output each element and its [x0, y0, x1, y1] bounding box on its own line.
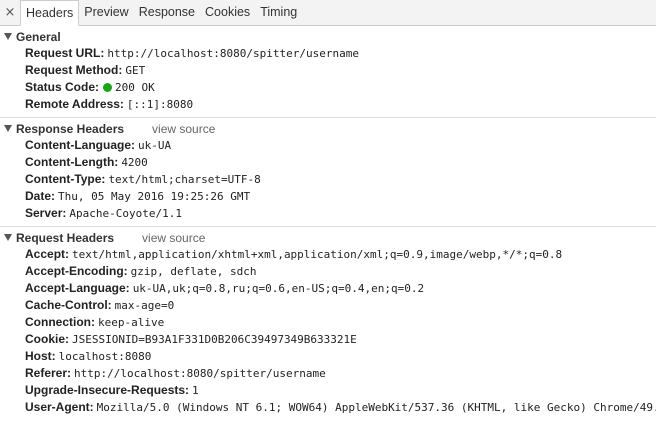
general-section-header[interactable]: General: [0, 28, 656, 45]
header-row: Accept: text/html,application/xhtml+xml,a…: [0, 246, 656, 263]
header-row: Cookie: JSESSIONID=B93A1F331D0B206C394973…: [0, 331, 656, 348]
header-value: gzip, deflate, sdch: [130, 265, 257, 278]
tab-bar: × Headers Preview Response Cookies Timin…: [0, 0, 656, 26]
header-row: Server: Apache-Coyote/1.1: [0, 205, 656, 222]
header-key: Accept-Encoding:: [25, 264, 128, 278]
header-key: Upgrade-Insecure-Requests:: [25, 383, 190, 397]
tab-timing[interactable]: Timing: [255, 0, 302, 25]
header-row: Referer: http://localhost:8080/spitter/us…: [0, 365, 656, 382]
collapse-triangle-icon[interactable]: [4, 33, 12, 40]
header-key: Date:: [25, 189, 56, 203]
collapse-triangle-icon[interactable]: [4, 125, 12, 132]
section-title: General: [16, 29, 61, 44]
header-row: Date: Thu, 05 May 2016 19:25:26 GMT: [0, 188, 656, 205]
header-row: Host: localhost:8080: [0, 348, 656, 365]
header-row: Content-Length: 4200: [0, 154, 656, 171]
header-key: Content-Length:: [25, 155, 119, 169]
header-row: Accept-Encoding: gzip, deflate, sdch: [0, 263, 656, 280]
header-value: JSESSIONID=B93A1F331D0B206C39497349B6333…: [72, 333, 357, 346]
response-headers-section: Response Headers view source Content-Lan…: [0, 118, 656, 227]
view-source-link[interactable]: view source: [152, 122, 215, 136]
header-row: Connection: keep-alive: [0, 314, 656, 331]
section-title: Response Headers: [16, 121, 125, 136]
header-key: Accept-Language:: [25, 281, 130, 295]
header-value: uk-UA,uk;q=0.8,ru;q=0.6,en-US;q=0.4,en;q…: [132, 282, 425, 295]
header-row: User-Agent: Mozilla/5.0 (Windows NT 6.1; …: [0, 399, 656, 416]
general-section: General Request URL: http://localhost:808…: [0, 26, 656, 118]
header-row-request-url: Request URL: http://localhost:8080/spitte…: [0, 45, 656, 62]
header-key: Request Method:: [25, 63, 123, 77]
header-row: Cache-Control: max-age=0: [0, 297, 656, 314]
header-value: http://localhost:8080/spitter/username: [107, 47, 360, 60]
collapse-triangle-icon[interactable]: [4, 234, 12, 241]
header-value: GET: [125, 64, 146, 77]
header-key: Server:: [25, 206, 67, 220]
close-icon[interactable]: ×: [0, 0, 20, 25]
header-value: text/html;charset=UTF-8: [108, 173, 261, 186]
header-key: Cache-Control:: [25, 298, 112, 312]
header-value: [::1]:8080: [126, 98, 194, 111]
header-key: Cookie:: [25, 332, 70, 346]
header-key: Connection:: [25, 315, 95, 329]
header-key: Accept:: [25, 247, 70, 261]
header-value: text/html,application/xhtml+xml,applicat…: [72, 248, 563, 261]
headers-panel: General Request URL: http://localhost:808…: [0, 26, 656, 420]
header-row: Content-Type: text/html;charset=UTF-8: [0, 171, 656, 188]
header-value: max-age=0: [114, 299, 175, 312]
header-key: Status Code:: [25, 80, 100, 94]
header-value: uk-UA: [138, 139, 172, 152]
status-dot-icon: [103, 83, 113, 92]
header-row-status-code: Status Code: 200 OK: [0, 79, 656, 96]
response-headers-section-header[interactable]: Response Headers view source: [0, 120, 656, 137]
header-key: Content-Language:: [25, 138, 135, 152]
header-row: Upgrade-Insecure-Requests: 1: [0, 382, 656, 399]
header-value: Mozilla/5.0 (Windows NT 6.1; WOW64) Appl…: [96, 401, 656, 414]
header-value: localhost:8080: [58, 350, 152, 363]
header-row-request-method: Request Method: GET: [0, 62, 656, 79]
header-value: keep-alive: [98, 316, 165, 329]
header-row: Content-Language: uk-UA: [0, 137, 656, 154]
request-headers-section-header[interactable]: Request Headers view source: [0, 229, 656, 246]
request-headers-section: Request Headers view source Accept: text/…: [0, 227, 656, 420]
header-value: 200 OK: [115, 81, 155, 94]
view-source-link[interactable]: view source: [142, 231, 205, 245]
tab-response[interactable]: Response: [134, 0, 200, 25]
header-key: Host:: [25, 349, 56, 363]
header-key: Request URL:: [25, 46, 105, 60]
tab-preview[interactable]: Preview: [79, 0, 133, 25]
header-key: Content-Type:: [25, 172, 106, 186]
header-key: Remote Address:: [25, 97, 124, 111]
header-value: Apache-Coyote/1.1: [69, 207, 182, 220]
tab-cookies[interactable]: Cookies: [200, 0, 255, 25]
header-row-remote-address: Remote Address: [::1]:8080: [0, 96, 656, 113]
header-value: Thu, 05 May 2016 19:25:26 GMT: [58, 190, 251, 203]
header-value: 1: [192, 384, 199, 397]
section-title: Request Headers: [16, 230, 115, 245]
header-value: http://localhost:8080/spitter/username: [74, 367, 326, 380]
header-row: Accept-Language: uk-UA,uk;q=0.8,ru;q=0.6,…: [0, 280, 656, 297]
header-key: Referer:: [25, 366, 72, 380]
tab-headers[interactable]: Headers: [20, 0, 80, 26]
header-key: User-Agent:: [25, 400, 94, 414]
header-value: 4200: [121, 156, 148, 169]
